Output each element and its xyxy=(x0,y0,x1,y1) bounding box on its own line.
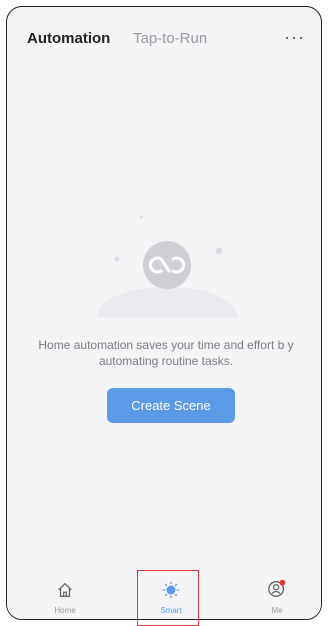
empty-state-message: Home automation saves your time and effo… xyxy=(38,338,294,368)
nav-label-me: Me xyxy=(271,606,283,615)
nav-item-home[interactable]: Home xyxy=(35,581,95,615)
tab-automation[interactable]: Automation xyxy=(27,30,110,47)
create-scene-button[interactable]: Create Scene xyxy=(107,388,235,423)
tab-tap-to-run[interactable]: Tap-to-Run xyxy=(133,30,207,47)
nav-label-home: Home xyxy=(54,606,76,615)
user-icon xyxy=(268,579,286,597)
header: Automation Tap-to-Run ··· xyxy=(7,7,321,63)
decor-dot xyxy=(114,256,120,262)
decor-dot xyxy=(215,247,223,255)
notification-badge xyxy=(279,579,286,586)
phone-frame: Automation Tap-to-Run ··· Home automatio… xyxy=(6,6,322,620)
highlight-box xyxy=(137,570,199,626)
home-icon xyxy=(58,583,72,597)
nav-item-me[interactable]: Me xyxy=(247,579,307,615)
empty-state-illustration xyxy=(97,215,237,317)
more-dots-icon[interactable]: ··· xyxy=(284,27,305,48)
sparkle-icon xyxy=(140,215,143,219)
ground-shape xyxy=(97,287,237,317)
